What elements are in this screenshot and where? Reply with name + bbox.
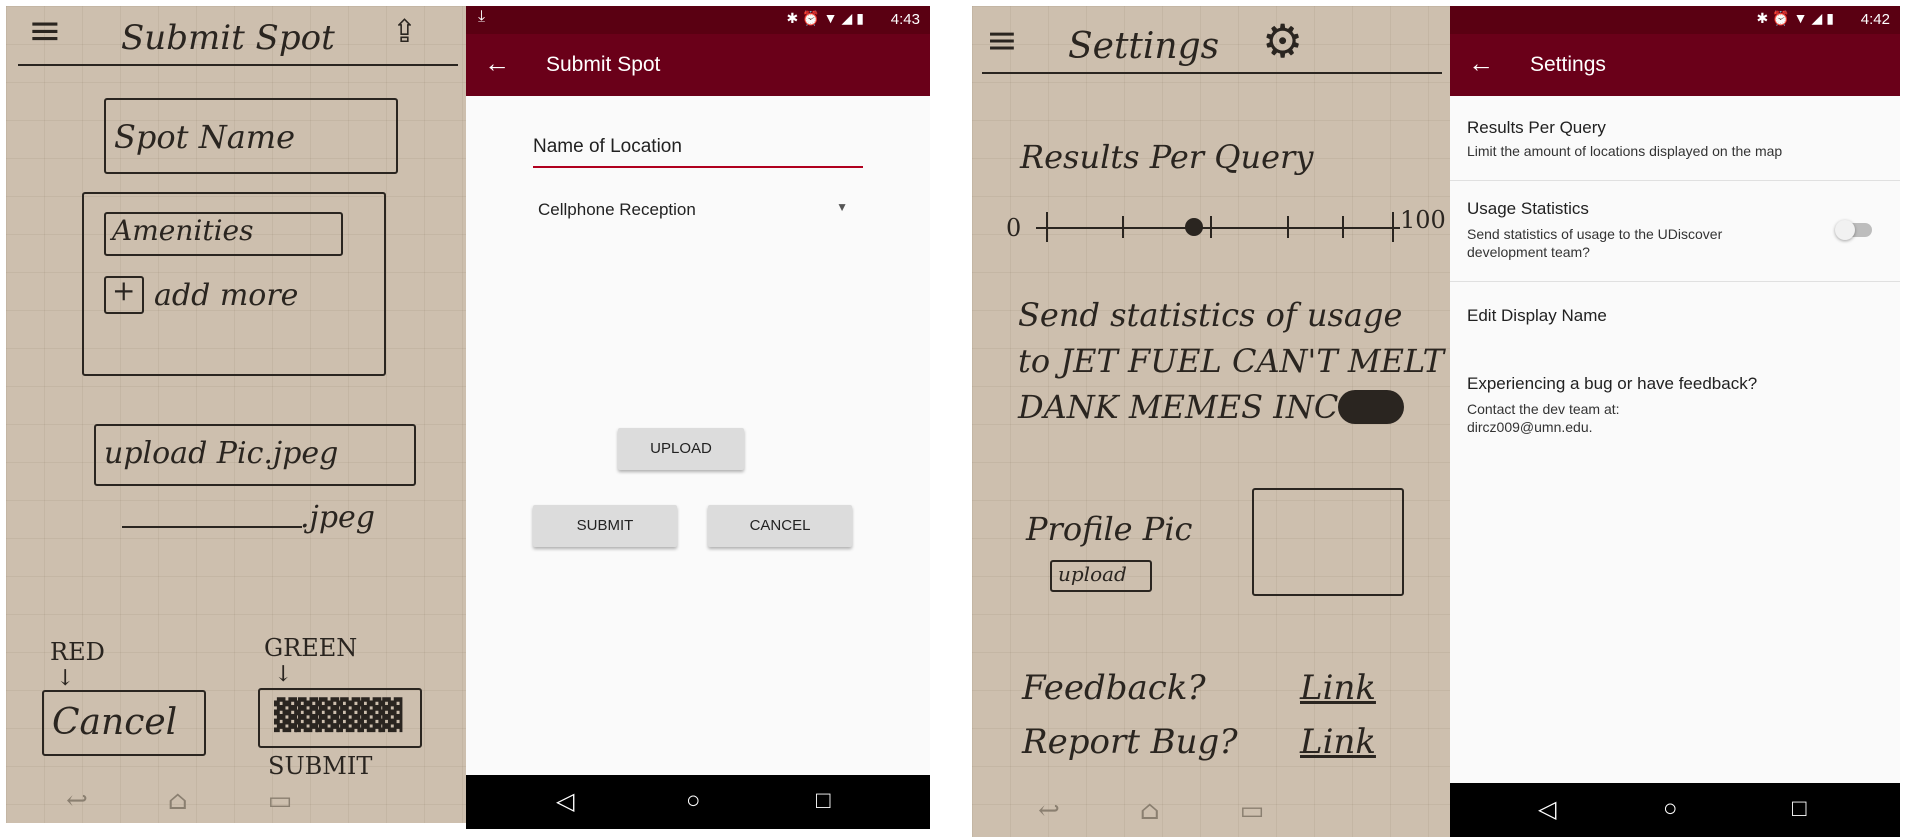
sketch-spot-name: Spot Name [114, 118, 296, 156]
location-name-text: Name of Location [533, 136, 682, 157]
row-title: Results Per Query [1467, 118, 1606, 137]
hamburger-icon: ≡ [28, 8, 62, 54]
settings-row-display-name[interactable]: Edit Display Name [1450, 282, 1900, 342]
location-name-field[interactable]: Name of Location [533, 132, 863, 168]
nav-bar: ◁ ○ □ [466, 775, 930, 829]
sketch-title: Settings [1068, 26, 1220, 67]
hamburger-icon: ≡ [986, 18, 1018, 62]
sketch-toggle [1338, 390, 1404, 424]
row-title: Edit Display Name [1467, 306, 1607, 325]
sketch-arrow: ↓ [56, 666, 75, 691]
back-arrow-icon[interactable]: ← [1468, 48, 1494, 78]
sketch-nav-icons: ↩⌂▭ [66, 786, 373, 816]
sketch-results: Results Per Query [1020, 138, 1314, 176]
submit-button[interactable]: SUBMIT [533, 505, 677, 547]
sketch-link1: Link [1300, 668, 1376, 708]
sketch-stats-line2: to JET FUEL CAN'T MELT [1018, 342, 1444, 380]
sketch-submit-spot: ≡ Submit Spot ⇪ Spot Name Amenities + ad… [6, 6, 466, 823]
status-icons: ✱⏰▼◢▮ [1756, 10, 1838, 26]
sketch-profile-box [1252, 488, 1404, 596]
download-icon: ⤓ [478, 8, 486, 25]
app-bar-title: Settings [1530, 53, 1606, 76]
sketch-cancel: Cancel [52, 702, 178, 743]
app-bar-title: Submit Spot [546, 53, 661, 76]
row-title: Usage Statistics [1467, 199, 1589, 218]
sketch-stats-line3: DANK MEMES INC [1018, 388, 1339, 426]
sketch-nav-icons: ↩⌂▭ [1038, 796, 1345, 826]
sketch-upload: upload Pic.jpeg [104, 436, 339, 471]
status-bar: ⤓ ✱⏰▼◢▮ 4:43 [466, 6, 930, 34]
settings-row-feedback[interactable]: Experiencing a bug or have feedback? Con… [1450, 346, 1900, 446]
settings-row-usage[interactable]: Usage Statistics Send statistics of usag… [1450, 181, 1900, 282]
sketch-title: Submit Spot [121, 18, 335, 58]
sketch-amenities: Amenities [112, 214, 254, 247]
nav-recents-icon[interactable]: □ [816, 787, 831, 815]
dropdown-value: Cellphone Reception [538, 200, 696, 219]
back-arrow-icon[interactable]: ← [484, 48, 510, 78]
reception-dropdown[interactable]: Cellphone Reception ▼ [538, 192, 848, 228]
share-icon: ⇪ [391, 12, 418, 50]
sketch-feedback: Feedback? [1022, 668, 1206, 708]
row-subtitle: Limit the amount of locations displayed … [1467, 143, 1783, 159]
phone-submit-spot: ⤓ ✱⏰▼◢▮ 4:43 ← Submit Spot Name of Locat… [466, 6, 930, 829]
sketch-add-more: add more [154, 278, 299, 313]
sketch-scribble: ▓▓▓▓▓▓ [274, 698, 402, 733]
sketch-upload: upload [1058, 562, 1127, 586]
row-subtitle: Contact the dev team at: dircz009@umn.ed… [1467, 401, 1620, 435]
sketch-link2: Link [1300, 722, 1376, 762]
sketch-hundred: 100 [1400, 206, 1446, 234]
usage-toggle[interactable] [1835, 220, 1872, 240]
status-time: 4:42 [1860, 11, 1890, 28]
app-bar: ← Submit Spot [466, 34, 930, 96]
nav-back-icon[interactable]: ◁ [556, 787, 574, 816]
cancel-button[interactable]: CANCEL [708, 505, 852, 547]
dropdown-arrow-icon: ▼ [836, 200, 848, 214]
status-bar: ✱⏰▼◢▮ 4:42 [1450, 6, 1900, 34]
sketch-red-label: RED [50, 638, 105, 666]
sketch-arrow: ↓ [274, 662, 293, 687]
nav-back-icon[interactable]: ◁ [1538, 795, 1556, 824]
gear-icon: ⚙ [1262, 14, 1304, 68]
plus-icon: + [112, 274, 136, 307]
settings-row-results[interactable]: Results Per Query Limit the amount of lo… [1450, 96, 1900, 181]
status-icons: ✱⏰▼◢▮ [786, 10, 868, 26]
nav-home-icon[interactable]: ○ [1663, 795, 1678, 823]
nav-bar: ◁ ○ □ [1450, 783, 1900, 837]
sketch-jpeg: .jpeg [300, 500, 375, 535]
sketch-zero: 0 [1006, 214, 1022, 242]
nav-recents-icon[interactable]: □ [1792, 795, 1807, 823]
nav-home-icon[interactable]: ○ [686, 787, 701, 815]
status-time: 4:43 [890, 11, 920, 28]
phone-settings: ✱⏰▼◢▮ 4:42 ← Settings Results Per Query … [1450, 6, 1900, 837]
app-bar: ← Settings [1450, 34, 1900, 96]
sketch-report-bug: Report Bug? [1022, 722, 1238, 762]
row-subtitle: Send statistics of usage to the UDiscove… [1467, 226, 1723, 260]
sketch-green-label: GREEN [264, 634, 358, 662]
sketch-submit: SUBMIT [268, 752, 373, 780]
sketch-settings: ≡ Settings ⚙ Results Per Query 0 100 Sen… [972, 6, 1450, 837]
sketch-profile-pic: Profile Pic [1026, 510, 1193, 548]
upload-button[interactable]: UPLOAD [618, 428, 744, 470]
toggle-thumb [1835, 220, 1855, 240]
sketch-stats-line1: Send statistics of usage [1018, 296, 1403, 334]
sketch-slider-knob [1185, 218, 1203, 236]
row-title: Experiencing a bug or have feedback? [1467, 374, 1758, 393]
